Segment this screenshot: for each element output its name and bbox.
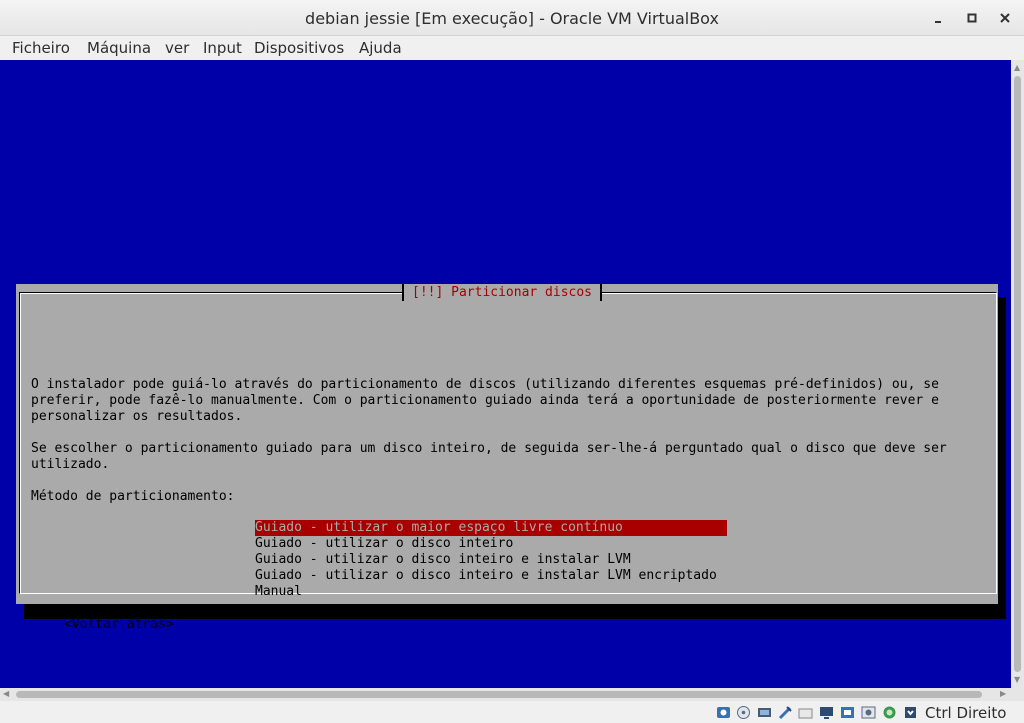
minimize-button[interactable] (926, 7, 950, 29)
option-entire-disk[interactable]: Guiado - utilizar o disco inteiro (255, 536, 727, 552)
display-icon[interactable] (819, 705, 834, 720)
partition-method-list: Guiado - utilizar o maior espaço livre c… (255, 520, 727, 600)
method-label: Método de particionamento: (31, 489, 235, 504)
scroll-up-icon[interactable]: ▲ (1014, 63, 1020, 73)
menu-input[interactable]: Input (203, 39, 242, 57)
status-bar: Ctrl Direito (0, 701, 1024, 723)
recording-icon[interactable] (861, 705, 876, 720)
usb-icon[interactable] (903, 705, 918, 720)
dialog-title: [!!] Particionar discos (402, 284, 603, 301)
vertical-scrollbar[interactable]: ▲ ▼ (1011, 60, 1024, 688)
option-manual[interactable]: Manual (255, 584, 727, 600)
scroll-down-icon[interactable]: ▼ (1014, 675, 1020, 685)
option-largest-free-space[interactable]: Guiado - utilizar o maior espaço livre c… (255, 520, 727, 536)
maximize-icon (967, 13, 977, 23)
close-button[interactable] (993, 7, 1017, 29)
network-icon[interactable] (778, 705, 793, 720)
audio-icon[interactable] (757, 705, 772, 720)
option-entire-disk-lvm[interactable]: Guiado - utilizar o disco inteiro e inst… (255, 552, 727, 568)
window-titlebar: debian jessie [Em execução] - Oracle VM … (0, 0, 1024, 36)
intro-paragraph: O instalador pode guiá-lo através do par… (31, 377, 939, 424)
video-capture-icon[interactable] (840, 705, 855, 720)
partition-dialog: [!!] Particionar discos O instalador pod… (16, 284, 998, 632)
mouse-integration-icon[interactable] (882, 705, 897, 720)
scroll-left-icon[interactable]: ◀ (3, 689, 9, 699)
minimize-icon (935, 21, 941, 23)
vm-display[interactable]: [!!] Particionar discos O instalador pod… (0, 60, 1011, 688)
shared-folders-icon[interactable] (798, 705, 813, 720)
vertical-scroll-thumb[interactable] (1014, 76, 1021, 672)
optical-drive-icon[interactable] (736, 705, 751, 720)
window-title: debian jessie [Em execução] - Oracle VM … (305, 9, 719, 28)
menu-ficheiro[interactable]: Ficheiro (12, 39, 70, 57)
go-back-button[interactable]: <Voltar atrás> (64, 617, 174, 633)
option-entire-disk-encrypted-lvm[interactable]: Guiado - utilizar o disco inteiro e inst… (255, 568, 727, 584)
menu-dispositivos[interactable]: Dispositivos (254, 39, 344, 57)
horizontal-scrollbar[interactable]: ◀ ▶ (0, 688, 1024, 701)
guided-paragraph: Se escolher o particionamento guiado par… (31, 441, 947, 472)
scroll-right-icon[interactable]: ▶ (1000, 689, 1006, 699)
close-icon (1000, 13, 1010, 23)
host-key-label[interactable]: Ctrl Direito (925, 704, 1006, 722)
menu-ajuda[interactable]: Ajuda (359, 39, 402, 57)
menu-bar: Ficheiro Máquina ver Input Dispositivos … (0, 36, 1024, 60)
hard-disk-icon[interactable] (716, 705, 731, 720)
horizontal-scroll-thumb[interactable] (16, 691, 982, 698)
menu-ver[interactable]: ver (165, 39, 189, 57)
menu-maquina[interactable]: Máquina (87, 39, 151, 57)
maximize-button[interactable] (960, 7, 984, 29)
